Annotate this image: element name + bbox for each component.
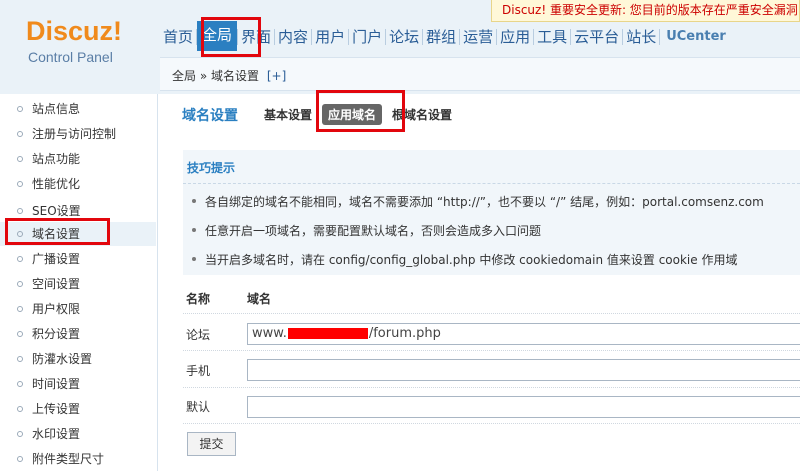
sidebar-item-label: 站点信息 [32,102,81,116]
bullet-icon [17,208,23,214]
breadcrumb-section[interactable]: 全局 [172,69,196,83]
bullet-icon [17,456,23,462]
bullet-icon [17,356,23,362]
sidebar-item-label: 积分设置 [32,327,81,341]
mobile-domain-input[interactable] [247,359,800,381]
sidebar-item-site-info[interactable]: 站点信息 [0,97,156,121]
nav-operations[interactable]: 运营 [460,24,496,50]
row-divider [183,313,800,314]
tips-panel: 技巧提示 各自绑定的域名不能相同，域名不需要添加 “http://”，也不要以 … [183,150,800,275]
nav-home[interactable]: 首页 [160,24,196,50]
row-divider [183,387,800,388]
tip-item: 当开启多域名时，请在 config/config_global.php 中修改 … [191,253,738,267]
redaction-mark [287,328,368,339]
annotation-highlight-nav [201,17,261,57]
bullet-icon [17,181,23,187]
annotation-highlight-sidebar [5,218,110,245]
sidebar-item-broadcast[interactable]: 广播设置 [0,247,156,271]
bullet-icon [17,331,23,337]
nav-tools[interactable]: 工具 [534,24,570,50]
logo-subtitle: Control Panel [28,49,113,65]
sidebar-item-time[interactable]: 时间设置 [0,372,156,396]
tip-item: 任意开启一项域名，需要配置默认域名，否则会造成多入口问题 [191,224,542,238]
default-domain-input[interactable] [247,396,800,418]
bullet-icon [17,381,23,387]
sidebar-item-label: 用户权限 [32,302,81,316]
nav-apps[interactable]: 应用 [497,24,533,50]
row-divider [183,423,800,424]
nav-portal[interactable]: 门户 [349,24,385,50]
breadcrumb-page: 域名设置 [211,69,260,83]
bullet-icon [17,131,23,137]
sidebar-item-label: 空间设置 [32,277,81,291]
nav-users[interactable]: 用户 [312,24,348,50]
sidebar-item-upload[interactable]: 上传设置 [0,397,156,421]
submit-button[interactable]: 提交 [187,432,236,456]
bullet-icon [17,281,23,287]
tip-item: 各自绑定的域名不能相同，域名不需要添加 “http://”，也不要以 “/” 结… [192,195,764,209]
bullet-icon [17,106,23,112]
tips-heading: 技巧提示 [187,161,236,175]
sidebar-item-label: 时间设置 [32,377,81,391]
bullet-icon [17,406,23,412]
annotation-highlight-tab [316,90,405,132]
nav-webmaster[interactable]: 站长 [623,24,659,50]
column-header-domain: 域名 [247,292,272,306]
sidebar-item-watermark[interactable]: 水印设置 [0,422,156,446]
logo[interactable]: Discuz! Control Panel [26,16,122,65]
forum-domain-input[interactable]: www. /forum.php [247,323,800,345]
page-title: 域名设置 [182,107,238,124]
sidebar-item-label: 水印设置 [32,427,81,441]
column-header-name: 名称 [186,292,211,306]
sidebar-item-attachment-types[interactable]: 附件类型尺寸 [0,447,156,471]
nav-cloud[interactable]: 云平台 [571,24,622,50]
sidebar-item-site-features[interactable]: 站点功能 [0,147,156,171]
add-to-favorites-link[interactable]: [+] [267,69,286,83]
sidebar-item-registration[interactable]: 注册与访问控制 [0,122,156,146]
sidebar-item-label: 注册与访问控制 [32,127,117,141]
sidebar-item-label: 防灌水设置 [32,352,93,366]
sidebar-item-space[interactable]: 空间设置 [0,272,156,296]
nav-groups[interactable]: 群组 [423,24,459,50]
bullet-icon [17,431,23,437]
sidebar-item-label: 站点功能 [32,152,81,166]
sidebar-item-permissions[interactable]: 用户权限 [0,297,156,321]
tips-divider [183,183,800,184]
row-label-mobile: 手机 [186,364,211,378]
breadcrumb: 全局 » 域名设置 [+] [172,67,286,84]
sidebar-item-performance[interactable]: 性能优化 [0,172,156,196]
sidebar-item-label: 广播设置 [32,252,81,266]
row-label-forum: 论坛 [186,328,211,342]
security-alert-banner[interactable]: Discuz! 重要安全更新: 您目前的版本存在严重安全漏洞 [491,0,800,22]
bullet-icon [17,256,23,262]
row-label-default: 默认 [186,400,211,414]
breadcrumb-separator: » [199,69,208,83]
breadcrumb-bar: 全局 » 域名设置 [+] [160,57,800,91]
sidebar: 站点信息 注册与访问控制 站点功能 性能优化 SEO设置 域名设置 广播设置 空… [0,94,158,471]
sidebar-item-label: 附件类型尺寸 [32,452,105,466]
sidebar-item-label: 性能优化 [32,177,81,191]
nav-ucenter[interactable]: UCenter [660,24,729,50]
nav-content[interactable]: 内容 [275,24,311,50]
tab-basic-settings[interactable]: 基本设置 [264,106,312,123]
logo-title: Discuz! [26,16,123,46]
sidebar-item-label: SEO设置 [32,204,81,218]
forum-domain-prefix: www. [252,326,287,341]
bullet-icon [17,156,23,162]
forum-domain-suffix: /forum.php [368,326,441,341]
nav-forum[interactable]: 论坛 [386,24,422,50]
row-divider [183,350,800,351]
sidebar-item-label: 上传设置 [32,402,81,416]
sidebar-item-credits[interactable]: 积分设置 [0,322,156,346]
sidebar-item-anti-spam[interactable]: 防灌水设置 [0,347,156,371]
bullet-icon [17,306,23,312]
